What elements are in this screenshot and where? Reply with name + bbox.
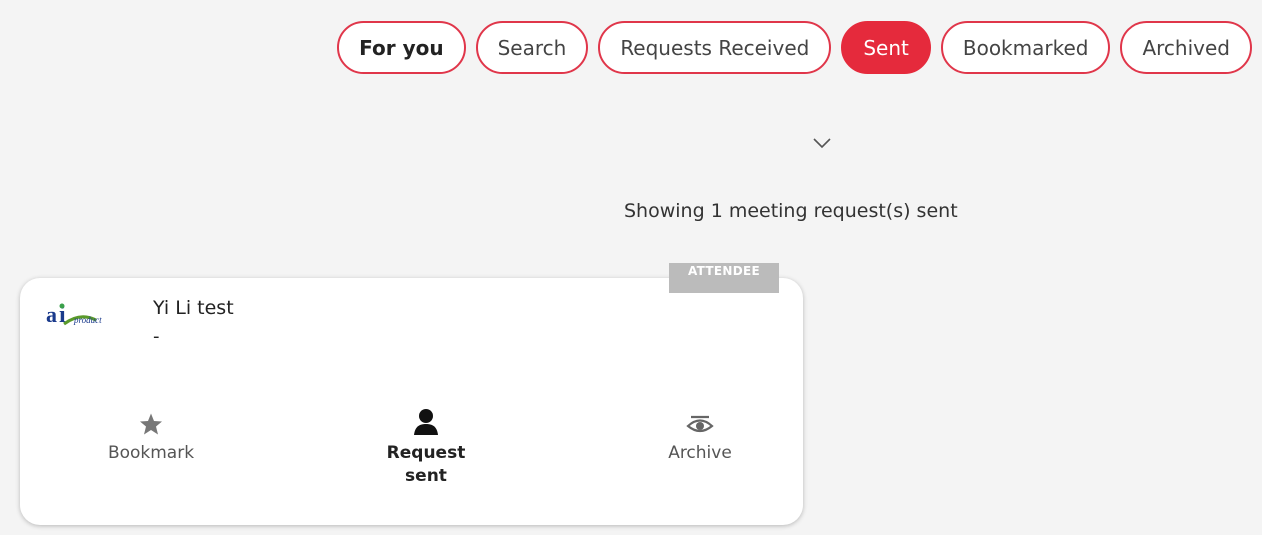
svg-text:product: product bbox=[73, 315, 102, 325]
request-label-line2: sent bbox=[405, 466, 447, 486]
tab-requests-received[interactable]: Requests Received bbox=[598, 21, 832, 74]
bookmark-button[interactable]: Bookmark bbox=[61, 406, 241, 465]
tab-search[interactable]: Search bbox=[475, 21, 589, 74]
archive-label: Archive bbox=[668, 443, 732, 463]
attendee-subtitle: - bbox=[153, 326, 160, 347]
tab-archived[interactable]: Archived bbox=[1120, 21, 1252, 74]
attendee-badge: ATTENDEE bbox=[669, 263, 779, 293]
attendee-name: Yi Li test bbox=[153, 297, 234, 319]
tab-sent[interactable]: Sent bbox=[841, 21, 931, 74]
svg-text:a: a bbox=[46, 302, 57, 327]
request-label-line1: Request bbox=[386, 443, 466, 463]
request-sent-button[interactable]: Request sent bbox=[336, 406, 516, 488]
page: For you Search Requests Received Sent Bo… bbox=[0, 0, 1262, 535]
eye-slash-icon bbox=[686, 415, 714, 433]
chevron-down-icon[interactable] bbox=[812, 136, 832, 150]
tab-bar: For you Search Requests Received Sent Bo… bbox=[337, 21, 1252, 74]
results-status-text: Showing 1 meeting request(s) sent bbox=[624, 200, 958, 222]
star-icon bbox=[140, 413, 162, 435]
company-logo: a i product bbox=[46, 302, 102, 328]
archive-button[interactable]: Archive bbox=[610, 406, 790, 465]
bookmark-label: Bookmark bbox=[107, 443, 195, 463]
person-icon bbox=[414, 409, 438, 435]
meeting-request-card: ATTENDEE a i product Yi Li test - Bookma… bbox=[20, 263, 803, 525]
tab-bookmarked[interactable]: Bookmarked bbox=[940, 21, 1111, 74]
tab-for-you[interactable]: For you bbox=[337, 21, 466, 74]
